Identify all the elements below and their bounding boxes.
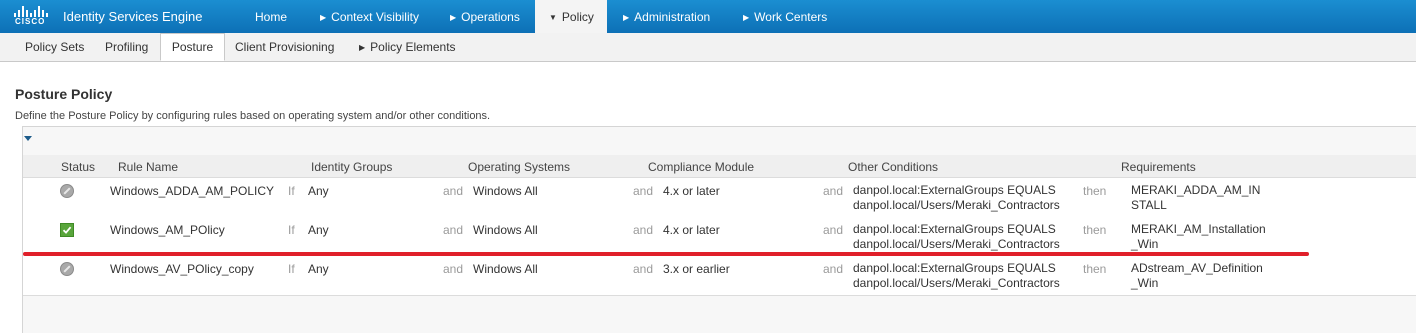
- other-conditions-line1: danpol.local:ExternalGroups EQUALS: [853, 183, 1056, 197]
- tab-policy-elements-label: Policy Elements: [370, 40, 456, 54]
- and-keyword: and: [443, 223, 464, 237]
- rule-name: Windows_AV_POlicy_copy: [110, 262, 254, 276]
- caret-right-icon: ▶: [359, 43, 366, 52]
- sub-navigation-bar: Policy Sets Profiling Posture Client Pro…: [0, 33, 1416, 62]
- nav-policy-label: Policy: [561, 10, 594, 24]
- other-conditions-line2: danpol.local/Users/Meraki_Contractors: [853, 237, 1060, 251]
- other-conditions-line1: danpol.local:ExternalGroups EQUALS: [853, 222, 1056, 236]
- collapse-toggle-icon[interactable]: [24, 136, 32, 141]
- header-identity-groups[interactable]: Identity Groups: [311, 160, 392, 174]
- nav-context-visibility[interactable]: ▶ Context Visibility: [320, 0, 419, 33]
- and-keyword: and: [633, 262, 654, 276]
- tab-policy-sets-label: Policy Sets: [25, 40, 85, 54]
- caret-right-icon: ▶: [320, 13, 327, 22]
- red-annotation-line: [23, 252, 1309, 256]
- nav-work-centers[interactable]: ▶ Work Centers: [743, 0, 827, 33]
- tab-policy-elements[interactable]: ▶ Policy Elements: [359, 33, 456, 61]
- enabled-status-icon[interactable]: [60, 223, 74, 237]
- header-compliance-module[interactable]: Compliance Module: [648, 160, 754, 174]
- nav-administration-label: Administration: [634, 10, 711, 24]
- and-keyword: and: [633, 184, 654, 198]
- disabled-status-icon[interactable]: [60, 262, 74, 276]
- nav-context-visibility-label: Context Visibility: [331, 10, 419, 24]
- nav-operations[interactable]: ▶ Operations: [450, 0, 520, 33]
- then-keyword: then: [1083, 184, 1107, 198]
- and-keyword: and: [823, 262, 844, 276]
- other-conditions: danpol.local:ExternalGroups EQUALS danpo…: [853, 183, 1060, 213]
- identity-groups: Any: [308, 223, 329, 237]
- requirements: MERAKI_AM_Installation_Win: [1131, 222, 1266, 251]
- caret-right-icon: ▶: [450, 13, 457, 22]
- header-status[interactable]: Status: [61, 160, 95, 174]
- and-keyword: and: [633, 223, 654, 237]
- if-keyword: If: [288, 262, 295, 276]
- nav-policy[interactable]: ▼ Policy: [535, 0, 607, 33]
- app-title: Identity Services Engine: [63, 9, 203, 24]
- then-keyword: then: [1083, 223, 1107, 237]
- and-keyword: and: [823, 184, 844, 198]
- requirements: ADstream_AV_Definition_Win: [1131, 261, 1263, 290]
- tab-profiling[interactable]: Profiling: [105, 33, 148, 61]
- other-conditions: danpol.local:ExternalGroups EQUALS danpo…: [853, 261, 1060, 291]
- nav-operations-label: Operations: [461, 10, 520, 24]
- other-conditions-line1: danpol.local:ExternalGroups EQUALS: [853, 261, 1056, 275]
- operating-systems: Windows All: [473, 262, 538, 276]
- caret-right-icon: ▶: [743, 13, 750, 22]
- table-row[interactable]: Windows_AM_POlicy If Any and Windows All…: [23, 217, 1416, 257]
- operating-systems: Windows All: [473, 223, 538, 237]
- rule-name: Windows_AM_POlicy: [110, 223, 225, 237]
- tab-policy-sets[interactable]: Policy Sets: [25, 33, 84, 61]
- identity-groups: Any: [308, 184, 329, 198]
- table-row[interactable]: Windows_AV_POlicy_copy If Any and Window…: [23, 256, 1416, 296]
- tab-posture[interactable]: Posture: [160, 33, 225, 61]
- and-keyword: and: [823, 223, 844, 237]
- top-navigation-bar: CISCO Identity Services Engine Home ▶ Con…: [0, 0, 1416, 33]
- compliance-module: 3.x or earlier: [663, 262, 730, 276]
- compliance-module: 4.x or later: [663, 184, 720, 198]
- cisco-logo: CISCO: [13, 5, 55, 29]
- header-other-conditions[interactable]: Other Conditions: [848, 160, 938, 174]
- tab-posture-label: Posture: [171, 40, 214, 54]
- nav-home[interactable]: Home: [255, 0, 287, 33]
- other-conditions-line2: danpol.local/Users/Meraki_Contractors: [853, 198, 1060, 212]
- nav-home-label: Home: [255, 10, 288, 24]
- identity-groups: Any: [308, 262, 329, 276]
- nav-work-centers-label: Work Centers: [754, 10, 828, 24]
- logo-text: CISCO: [15, 17, 46, 26]
- caret-down-icon: ▼: [549, 13, 557, 22]
- and-keyword: and: [443, 262, 464, 276]
- rule-name: Windows_ADDA_AM_POLICY: [110, 184, 275, 198]
- compliance-module: 4.x or later: [663, 223, 720, 237]
- operating-systems: Windows All: [473, 184, 538, 198]
- header-requirements[interactable]: Requirements: [1121, 160, 1196, 174]
- disabled-status-icon[interactable]: [60, 184, 74, 198]
- page-description: Define the Posture Policy by configuring…: [15, 110, 491, 122]
- page-title: Posture Policy: [15, 86, 113, 102]
- tab-client-provisioning[interactable]: Client Provisioning: [235, 33, 334, 61]
- other-conditions: danpol.local:ExternalGroups EQUALS danpo…: [853, 222, 1060, 252]
- other-conditions-line2: danpol.local/Users/Meraki_Contractors: [853, 276, 1060, 290]
- then-keyword: then: [1083, 262, 1107, 276]
- tab-client-provisioning-label: Client Provisioning: [235, 40, 335, 54]
- header-rule-name[interactable]: Rule Name: [118, 160, 178, 174]
- nav-administration[interactable]: ▶ Administration: [623, 0, 710, 33]
- requirements: MERAKI_ADDA_AM_INSTALL: [1131, 183, 1261, 212]
- table-row[interactable]: Windows_ADDA_AM_POLICY If Any and Window…: [23, 178, 1416, 218]
- header-operating-systems[interactable]: Operating Systems: [468, 160, 570, 174]
- if-keyword: If: [288, 184, 295, 198]
- and-keyword: and: [443, 184, 464, 198]
- tab-profiling-label: Profiling: [105, 40, 149, 54]
- if-keyword: If: [288, 223, 295, 237]
- caret-right-icon: ▶: [623, 13, 630, 22]
